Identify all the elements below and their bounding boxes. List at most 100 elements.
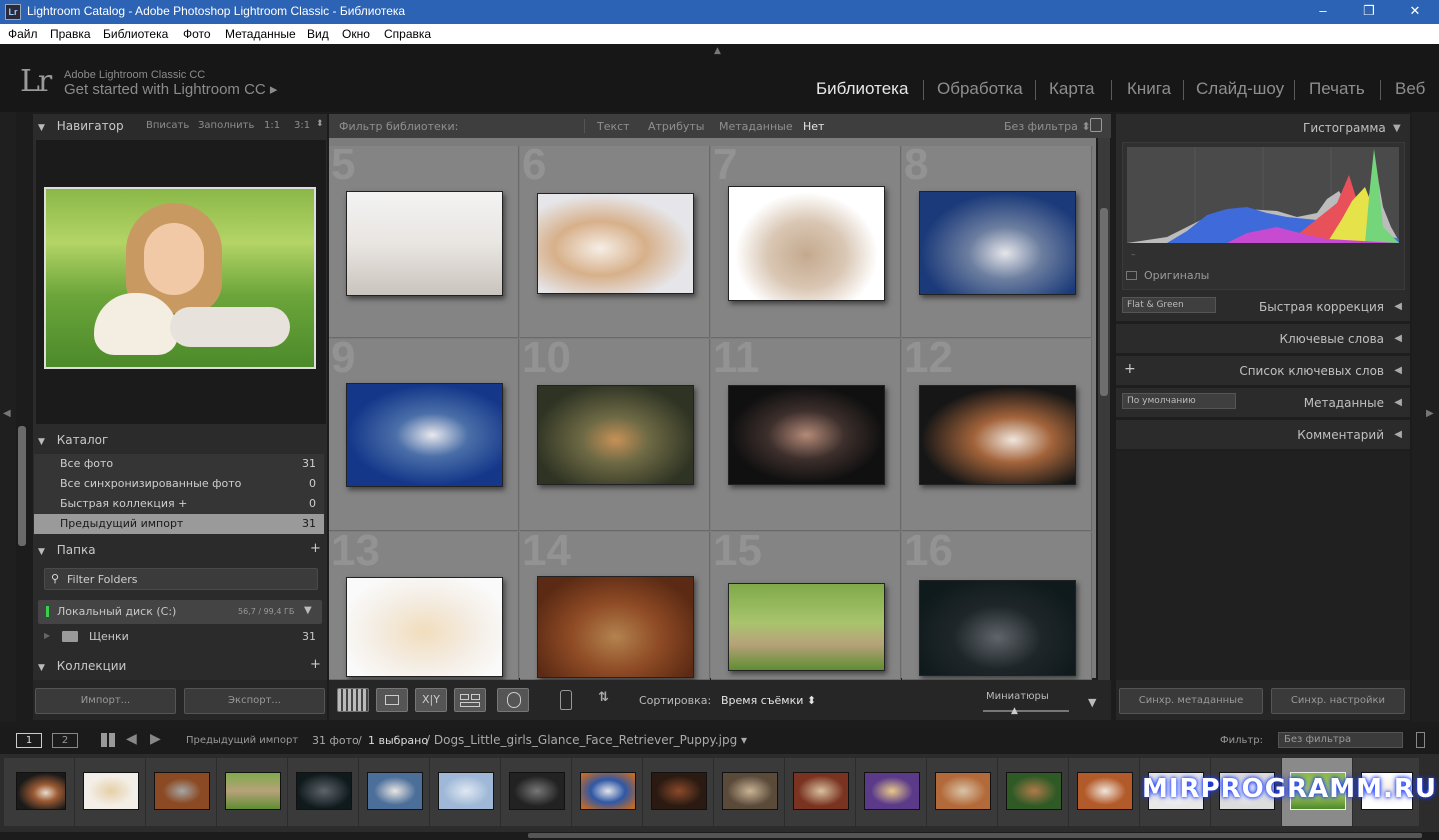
- photo-puppy-hands[interactable]: [728, 385, 885, 485]
- grid-scrollbar-thumb[interactable]: [1100, 208, 1108, 396]
- survey-view-icon[interactable]: [454, 688, 486, 712]
- grid-cell[interactable]: 9: [329, 333, 519, 531]
- filmstrip-cell[interactable]: [501, 758, 571, 826]
- module-develop[interactable]: Обработка: [937, 79, 1023, 99]
- import-button[interactable]: Импорт...: [35, 688, 176, 714]
- filmstrip-cell[interactable]: [217, 758, 287, 826]
- comments-header[interactable]: Комментарий ◀: [1116, 420, 1410, 452]
- menu-library[interactable]: Библиотека: [103, 27, 168, 41]
- close-button[interactable]: ✕: [1392, 0, 1438, 24]
- grid-cell[interactable]: 7: [711, 140, 901, 338]
- filter-folders-input[interactable]: ⚲ Filter Folders: [44, 568, 318, 590]
- folder-row[interactable]: ▶ Щенки 31: [44, 628, 322, 648]
- grid-cell[interactable]: 13: [329, 526, 519, 680]
- painter-icon[interactable]: [560, 690, 572, 710]
- filmstrip-cell[interactable]: [75, 758, 145, 826]
- add-collection-icon[interactable]: +: [310, 657, 321, 672]
- zoom-fit[interactable]: Вписать: [146, 120, 189, 131]
- module-print[interactable]: Печать: [1309, 79, 1365, 99]
- grid-cell[interactable]: 10: [520, 333, 710, 531]
- filter-tab-text[interactable]: Текст: [597, 120, 630, 133]
- toolbar-menu-icon[interactable]: ▼: [1088, 696, 1096, 709]
- get-started-link[interactable]: Get started with Lightroom CC ▸: [64, 80, 277, 98]
- filmstrip-cell[interactable]: [714, 758, 784, 826]
- grid-cell[interactable]: 5: [329, 140, 519, 338]
- filmstrip-cell[interactable]: [572, 758, 642, 826]
- catalog-item-all[interactable]: Все фото 31: [34, 454, 324, 474]
- slider-handle[interactable]: ▲: [1011, 706, 1018, 716]
- sync-settings-button[interactable]: Синхр. настройки: [1271, 688, 1405, 714]
- disk-dropdown-icon[interactable]: ▼: [304, 605, 312, 616]
- catalog-item-previous-import[interactable]: Предыдущий импорт 31: [34, 514, 324, 534]
- grid-cell[interactable]: 8: [902, 140, 1092, 338]
- zoom-stepper-icon[interactable]: ⬍: [316, 119, 324, 129]
- filmstrip-cell[interactable]: [785, 758, 855, 826]
- filmstrip-scrollbar[interactable]: [528, 833, 1422, 838]
- filmstrip-cell[interactable]: [4, 758, 74, 826]
- photo-husky-basket[interactable]: [537, 576, 694, 678]
- grid-view-icon[interactable]: [337, 688, 369, 712]
- filter-lock-icon[interactable]: [1416, 732, 1425, 748]
- menu-edit[interactable]: Правка: [50, 27, 91, 41]
- zoom-3-1[interactable]: 3:1: [294, 120, 310, 131]
- navigator-image[interactable]: [44, 187, 316, 369]
- module-library[interactable]: Библиотека: [816, 79, 908, 99]
- originals-checkbox[interactable]: [1126, 271, 1137, 280]
- minimize-button[interactable]: –: [1300, 0, 1346, 24]
- photo-husky-five[interactable]: [919, 580, 1076, 676]
- grid-shortcut-icon[interactable]: [101, 733, 115, 747]
- photo-corgi-road[interactable]: [537, 385, 694, 485]
- sort-direction-icon[interactable]: ⇅: [598, 690, 609, 705]
- grid-cell[interactable]: 11: [711, 333, 901, 531]
- photo-fluffy-puppy[interactable]: [537, 193, 694, 294]
- photo-husky-roses[interactable]: [919, 191, 1076, 295]
- photo-cavalier[interactable]: [919, 385, 1076, 485]
- photo-puppy-path[interactable]: [728, 583, 885, 671]
- catalog-item-quick[interactable]: Быстрая коллекция + 0: [34, 494, 324, 514]
- keyword-list-header[interactable]: + Список ключевых слов ◀: [1116, 356, 1410, 388]
- add-folder-icon[interactable]: +: [310, 541, 321, 556]
- quick-develop-preset-select[interactable]: Flat & Green: [1122, 297, 1216, 313]
- grid-cell[interactable]: 16: [902, 526, 1092, 680]
- filmstrip-filter-select[interactable]: Без фильтра: [1278, 732, 1403, 748]
- module-web[interactable]: Веб: [1395, 79, 1425, 99]
- photo-sleeping-puppies[interactable]: [728, 186, 885, 301]
- histogram-collapse-icon[interactable]: ▼: [1393, 123, 1401, 134]
- photo-retriever-puppies[interactable]: [346, 577, 503, 677]
- menu-help[interactable]: Справка: [384, 27, 431, 41]
- back-icon[interactable]: ◀: [126, 731, 137, 747]
- disk-row[interactable]: Локальный диск (C:) 56,7 / 99,4 ГБ ▼: [38, 600, 322, 624]
- filmstrip-cell[interactable]: [643, 758, 713, 826]
- maximize-button[interactable]: ❐: [1346, 0, 1392, 24]
- add-keyword-icon[interactable]: +: [1124, 361, 1136, 377]
- expand-right-icon[interactable]: ▶: [1426, 408, 1434, 419]
- lock-icon[interactable]: [1090, 118, 1102, 132]
- grid-cell[interactable]: 15: [711, 526, 901, 680]
- compare-view-icon[interactable]: X|Y: [415, 688, 447, 712]
- photo-girl-puppies[interactable]: [346, 191, 503, 296]
- filmstrip-cell[interactable]: [359, 758, 429, 826]
- menu-file[interactable]: Файл: [8, 27, 38, 41]
- filmstrip-cell[interactable]: [1069, 758, 1139, 826]
- sort-select[interactable]: Время съёмки ⬍: [721, 694, 816, 707]
- filmstrip-cell[interactable]: [146, 758, 216, 826]
- zoom-fill[interactable]: Заполнить: [198, 120, 254, 131]
- module-slideshow[interactable]: Слайд-шоу: [1196, 79, 1284, 99]
- menu-metadata[interactable]: Метаданные: [225, 27, 296, 41]
- secondary-window-button[interactable]: 2: [52, 733, 78, 748]
- people-view-icon[interactable]: [497, 688, 529, 712]
- current-filename[interactable]: / Dogs_Little_girls_Glance_Face_Retrieve…: [426, 733, 747, 747]
- filter-tab-metadata[interactable]: Метаданные: [719, 120, 793, 133]
- collapse-top-icon[interactable]: ▲: [714, 46, 721, 56]
- grid-cell[interactable]: 12: [902, 333, 1092, 531]
- metadata-preset-select[interactable]: По умолчанию: [1122, 393, 1236, 409]
- zoom-1-1[interactable]: 1:1: [264, 120, 280, 131]
- menu-view[interactable]: Вид: [307, 27, 329, 41]
- menu-photo[interactable]: Фото: [183, 27, 211, 41]
- folder-expand-icon[interactable]: ▶: [44, 631, 50, 640]
- filmstrip-cell[interactable]: [927, 758, 997, 826]
- folders-header[interactable]: ▼ Папка: [38, 538, 326, 562]
- filter-preset-select[interactable]: Без фильтра ⬍: [1004, 120, 1091, 133]
- filter-tab-none[interactable]: Нет: [803, 120, 824, 133]
- filmstrip-source[interactable]: Предыдущий импорт: [186, 735, 298, 746]
